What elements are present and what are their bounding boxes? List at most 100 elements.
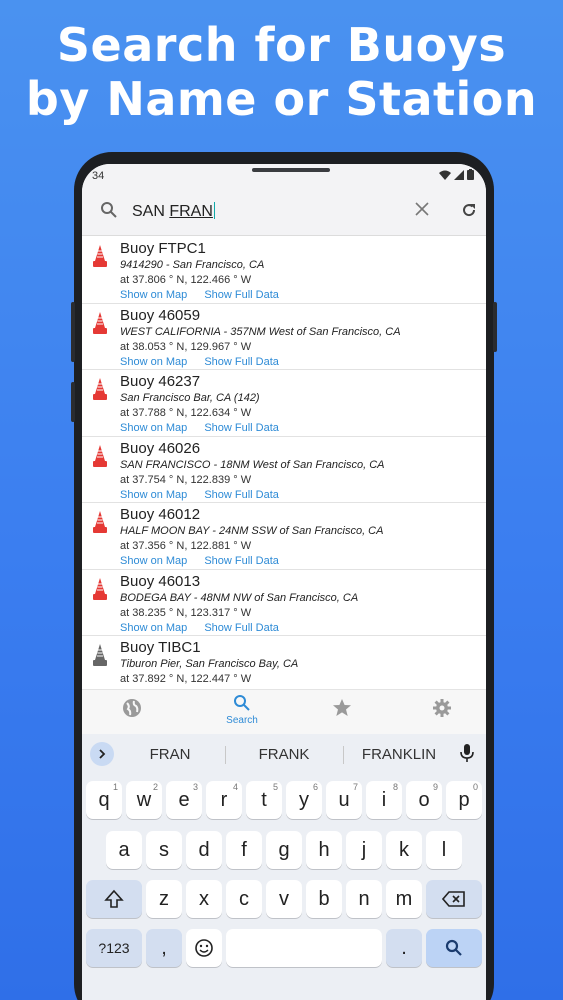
clear-icon[interactable] <box>414 201 430 217</box>
suggestion-strip: FRAN FRANK FRANKLIN <box>82 734 486 774</box>
nav-search-label: Search <box>226 715 258 726</box>
result-item[interactable]: Buoy 46237 San Francisco Bar, CA (142) a… <box>82 370 486 437</box>
key-i[interactable]: i8 <box>366 781 402 819</box>
result-item[interactable]: Buoy 46013 BODEGA BAY - 48NM NW of San F… <box>82 570 486 636</box>
key-y[interactable]: y6 <box>286 781 322 819</box>
key-h[interactable]: h <box>306 831 342 869</box>
search-key[interactable] <box>426 929 482 967</box>
mic-icon[interactable] <box>460 743 474 763</box>
result-item[interactable]: Buoy FTPC1 9414290 - San Francisco, CA a… <box>82 237 486 304</box>
show-on-map-link[interactable]: Show on Map <box>120 422 187 434</box>
search-icon <box>101 202 117 218</box>
show-full-data-link[interactable]: Show Full Data <box>204 622 279 634</box>
show-full-data-link[interactable]: Show Full Data <box>204 555 279 567</box>
globe-icon <box>123 699 141 717</box>
symbols-key[interactable]: ?123 <box>86 929 142 967</box>
result-item[interactable]: Buoy 46026 SAN FRANCISCO - 18NM West of … <box>82 437 486 503</box>
suggestion-3[interactable]: FRANKLIN <box>344 746 454 763</box>
result-links: Show on Map Show Full Data <box>120 422 293 434</box>
result-title: Buoy 46059 <box>120 306 201 324</box>
key-w[interactable]: w2 <box>126 781 162 819</box>
comma-key-label: , <box>161 936 167 959</box>
space-key[interactable] <box>226 929 382 967</box>
key-o[interactable]: o9 <box>406 781 442 819</box>
key-g[interactable]: g <box>266 831 302 869</box>
key-g-label: g <box>278 838 290 861</box>
key-n[interactable]: n <box>346 880 382 918</box>
key-n-label: n <box>358 887 370 910</box>
nav-search[interactable]: Search <box>212 694 272 726</box>
speaker <box>252 168 330 172</box>
key-m[interactable]: m <box>386 880 422 918</box>
key-f[interactable]: f <box>226 831 262 869</box>
key-r-label: r <box>220 788 228 811</box>
nav-map[interactable] <box>102 698 162 721</box>
show-on-map-link[interactable]: Show on Map <box>120 356 187 368</box>
key-l[interactable]: l <box>426 831 462 869</box>
nav-settings[interactable] <box>412 698 472 721</box>
key-d[interactable]: d <box>186 831 222 869</box>
result-description: 9414290 - San Francisco, CA <box>120 259 265 271</box>
shift-key[interactable] <box>86 880 142 918</box>
key-q[interactable]: q1 <box>86 781 122 819</box>
key-u[interactable]: u7 <box>326 781 362 819</box>
result-description: WEST CALIFORNIA - 357NM West of San Fran… <box>120 325 401 338</box>
key-x-label: x <box>199 887 209 910</box>
keyboard: FRAN FRANK FRANKLIN q1w2e3r4t5y6u7i8o9p0… <box>82 734 486 1000</box>
wifi-icon <box>439 170 451 180</box>
backspace-key[interactable] <box>426 880 482 918</box>
emoji-key[interactable] <box>186 929 222 967</box>
key-e[interactable]: e3 <box>166 781 202 819</box>
signal-icon <box>454 169 464 180</box>
suggestion-1[interactable]: FRAN <box>115 746 225 763</box>
result-description: HALF MOON BAY - 24NM SSW of San Francisc… <box>120 525 384 537</box>
headline-line-1: Search for Buoys <box>56 18 507 72</box>
key-a[interactable]: a <box>106 831 142 869</box>
refresh-icon[interactable] <box>460 201 478 219</box>
result-location: at 38.235 ° N, 123.317 ° W <box>120 606 252 619</box>
key-z[interactable]: z <box>146 880 182 918</box>
key-p[interactable]: p0 <box>446 781 482 819</box>
key-r[interactable]: r4 <box>206 781 242 819</box>
result-description: Tiburon Pier, San Francisco Bay, CA <box>120 658 299 670</box>
key-o-label: o <box>418 788 430 811</box>
key-h-label: h <box>318 838 330 861</box>
key-w-label: w <box>136 788 152 811</box>
key-v[interactable]: v <box>266 880 302 918</box>
show-full-data-link[interactable]: Show Full Data <box>204 489 279 501</box>
key-k[interactable]: k <box>386 831 422 869</box>
key-hint: 4 <box>232 782 238 792</box>
key-c[interactable]: c <box>226 880 262 918</box>
show-full-data-link[interactable]: Show Full Data <box>204 422 279 434</box>
result-location: at 37.754 ° N, 122.839 ° W <box>120 473 252 486</box>
result-item[interactable]: Buoy 46012 HALF MOON BAY - 24NM SSW of S… <box>82 503 486 570</box>
search-query-text: SAN <box>132 203 170 220</box>
show-on-map-link[interactable]: Show on Map <box>120 489 187 501</box>
comma-key[interactable]: , <box>146 929 182 967</box>
show-on-map-link[interactable]: Show on Map <box>120 289 187 301</box>
show-on-map-link[interactable]: Show on Map <box>120 622 187 634</box>
result-item[interactable]: Buoy 46059 WEST CALIFORNIA - 357NM West … <box>82 304 486 370</box>
search-input[interactable]: SAN FRAN <box>132 202 215 221</box>
show-on-map-link[interactable]: Show on Map <box>120 555 187 567</box>
result-location: at 37.356 ° N, 122.881 ° W <box>120 540 252 552</box>
nav-favorites[interactable] <box>312 698 372 721</box>
key-t[interactable]: t5 <box>246 781 282 819</box>
bottom-nav: Search <box>82 689 486 734</box>
key-q-label: q <box>98 788 110 811</box>
key-z-label: z <box>159 887 169 910</box>
suggestion-2[interactable]: FRANK <box>229 746 339 763</box>
show-full-data-link[interactable]: Show Full Data <box>204 289 279 301</box>
key-hint: 8 <box>392 782 398 792</box>
search-query-composing: FRAN <box>169 203 213 220</box>
expand-suggestions-button[interactable] <box>90 742 114 766</box>
key-b[interactable]: b <box>306 880 342 918</box>
key-j[interactable]: j <box>346 831 382 869</box>
shift-icon <box>104 889 124 908</box>
key-s[interactable]: s <box>146 831 182 869</box>
search-nav-icon <box>234 695 250 711</box>
show-full-data-link[interactable]: Show Full Data <box>204 356 279 368</box>
key-x[interactable]: x <box>186 880 222 918</box>
period-key[interactable]: . <box>386 929 422 967</box>
result-item[interactable]: Buoy TIBC1 Tiburon Pier, San Francisco B… <box>82 636 486 689</box>
